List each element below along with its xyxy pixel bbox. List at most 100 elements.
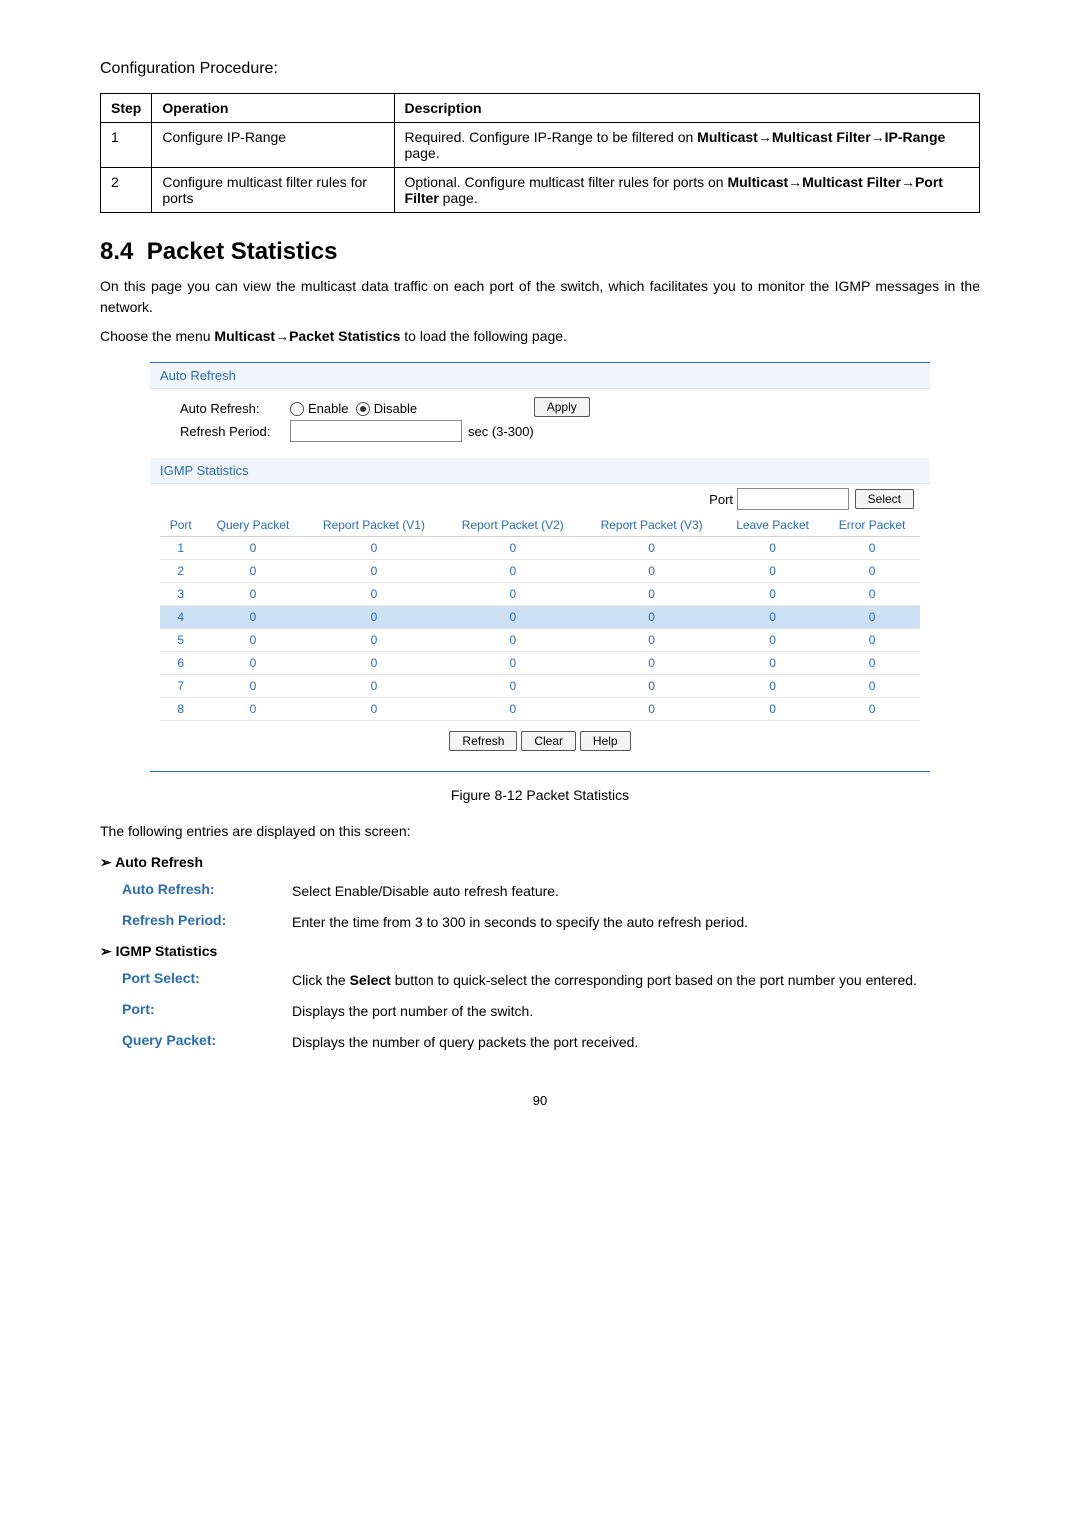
table-row[interactable]: 4000000 [160,606,920,629]
stats-cell: 8 [160,698,201,721]
col-r3: Report Packet (V3) [582,514,721,537]
col-query: Query Packet [201,514,304,537]
igmp-stats-table: Port Query Packet Report Packet (V1) Rep… [160,514,920,721]
definition-row: Refresh Period:Enter the time from 3 to … [122,912,980,933]
refresh-period-label: Refresh Period: [180,424,290,439]
refresh-period-input[interactable] [290,420,462,442]
stats-cell: 0 [582,629,721,652]
stats-cell: 0 [305,560,444,583]
disable-radio[interactable] [356,402,370,416]
definition-row: Port:Displays the port number of the swi… [122,1001,980,1022]
stats-cell: 0 [824,606,920,629]
stats-cell: 0 [201,583,304,606]
stats-cell: 0 [721,560,824,583]
group-heading: IGMP Statistics [100,943,980,960]
col-operation: Operation [152,94,394,123]
operation-cell: Configure IP-Range [152,123,394,168]
col-step: Step [101,94,152,123]
stats-cell: 6 [160,652,201,675]
definition-text: Displays the number of query packets the… [292,1032,980,1053]
description-cell: Required. Configure IP-Range to be filte… [394,123,979,168]
table-row[interactable]: 3000000 [160,583,920,606]
stats-cell: 0 [721,537,824,560]
col-leave: Leave Packet [721,514,824,537]
stats-cell: 0 [305,652,444,675]
definition-term: Refresh Period: [122,912,292,933]
stats-cell: 0 [305,629,444,652]
stats-cell: 0 [721,583,824,606]
enable-radio[interactable] [290,402,304,416]
group-heading: Auto Refresh [100,854,980,871]
section-title: Packet Statistics [147,238,338,265]
stats-cell: 0 [443,675,582,698]
desc-text: page. [405,145,440,161]
table-row[interactable]: 5000000 [160,629,920,652]
desc-text: page. [439,190,478,206]
auto-refresh-label: Auto Refresh: [180,401,290,416]
definition-text: Enter the time from 3 to 300 in seconds … [292,912,980,933]
refresh-button[interactable]: Refresh [449,731,517,751]
figure-caption: Figure 8-12 Packet Statistics [100,787,980,803]
stats-cell: 0 [721,675,824,698]
stats-cell: 0 [201,629,304,652]
menu-path-paragraph: Choose the menu Multicast→Packet Statist… [100,326,980,347]
menu-text: to load the following page. [400,328,567,344]
stats-cell: 1 [160,537,201,560]
auto-refresh-header: Auto Refresh [150,363,930,389]
procedure-table: Step Operation Description 1 Configure I… [100,93,980,213]
stats-cell: 0 [201,652,304,675]
col-port: Port [160,514,201,537]
step-cell: 1 [101,123,152,168]
page-number: 90 [100,1093,980,1108]
definition-row: Port Select:Click the Select button to q… [122,970,980,991]
table-row[interactable]: 7000000 [160,675,920,698]
stats-cell: 0 [721,629,824,652]
stats-cell: 0 [824,652,920,675]
stats-cell: 0 [201,606,304,629]
port-select-input[interactable] [737,488,849,510]
stats-cell: 0 [201,698,304,721]
table-row[interactable]: 1000000 [160,537,920,560]
clear-button[interactable]: Clear [521,731,576,751]
stats-cell: 0 [824,560,920,583]
stats-cell: 0 [305,698,444,721]
stats-cell: 4 [160,606,201,629]
stats-cell: 0 [824,583,920,606]
stats-cell: 0 [582,698,721,721]
stats-cell: 0 [443,606,582,629]
definition-text: Click the Select button to quick-select … [292,970,980,991]
table-row: 1 Configure IP-Range Required. Configure… [101,123,980,168]
disable-label: Disable [374,401,417,416]
select-button[interactable]: Select [855,489,914,509]
entries-intro: The following entries are displayed on t… [100,823,980,839]
description-cell: Optional. Configure multicast filter rul… [394,168,979,213]
col-r2: Report Packet (V2) [443,514,582,537]
table-row[interactable]: 2000000 [160,560,920,583]
stats-cell: 5 [160,629,201,652]
section-heading: 8.4 Packet Statistics [100,238,980,266]
stats-cell: 0 [305,675,444,698]
definition-row: Query Packet:Displays the number of quer… [122,1032,980,1053]
stats-cell: 0 [824,629,920,652]
section-number: 8.4 [100,238,133,265]
stats-cell: 0 [582,560,721,583]
menu-text: Choose the menu [100,328,214,344]
stats-cell: 0 [443,537,582,560]
definition-term: Port: [122,1001,292,1022]
stats-cell: 0 [305,583,444,606]
stats-cell: 0 [443,629,582,652]
stats-cell: 7 [160,675,201,698]
stats-cell: 0 [443,698,582,721]
table-row[interactable]: 6000000 [160,652,920,675]
stats-cell: 0 [443,583,582,606]
apply-button[interactable]: Apply [534,397,590,417]
stats-cell: 0 [582,675,721,698]
sec-hint: sec (3-300) [468,424,534,439]
stats-cell: 2 [160,560,201,583]
packet-statistics-figure: Auto Refresh Auto Refresh: Enable Disabl… [150,362,930,772]
auto-refresh-body: Auto Refresh: Enable Disable Refresh Per… [150,389,930,458]
help-button[interactable]: Help [580,731,631,751]
table-row[interactable]: 8000000 [160,698,920,721]
stats-cell: 0 [721,606,824,629]
stats-cell: 0 [201,675,304,698]
